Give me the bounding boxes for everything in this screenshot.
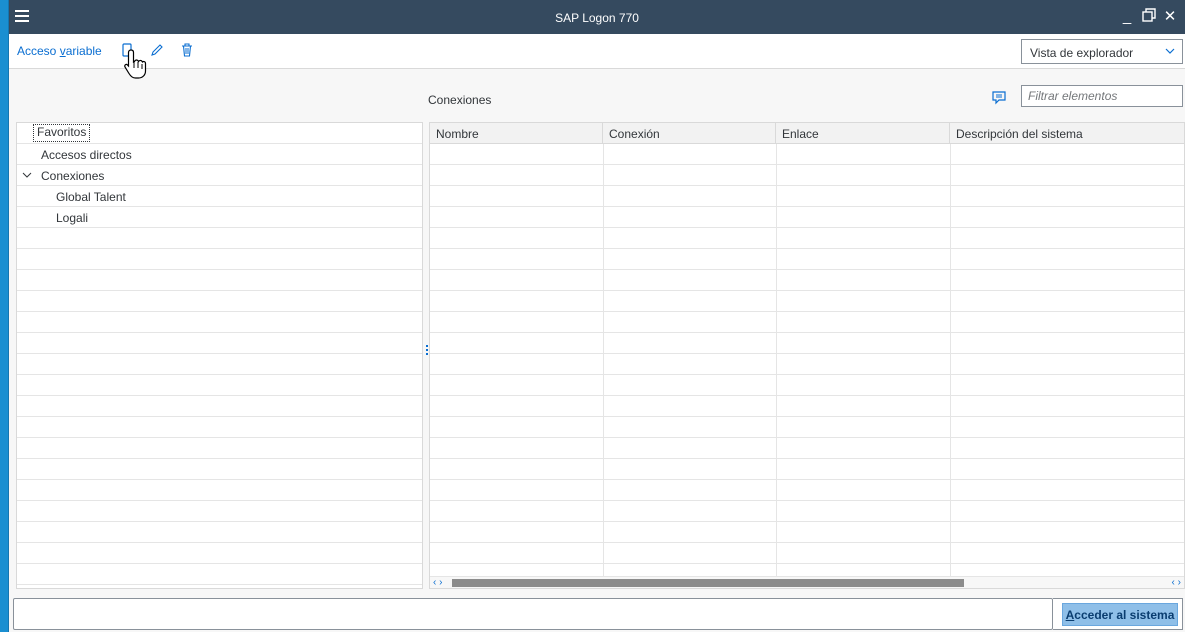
maximize-button[interactable] — [1140, 8, 1158, 26]
view-select[interactable]: Vista de explorador — [1021, 39, 1183, 64]
chevron-down-icon[interactable] — [22, 170, 32, 180]
tree-item-label: Accesos directos — [41, 148, 132, 162]
chevron-down-icon — [1165, 48, 1175, 54]
tree-item-label: Favoritos — [33, 124, 91, 142]
tree-empty-row — [17, 354, 422, 375]
table-row[interactable] — [430, 354, 1184, 375]
tree-empty-row — [17, 375, 422, 396]
tree-empty-row — [17, 459, 422, 480]
table-row[interactable] — [430, 543, 1184, 564]
table-row[interactable] — [430, 501, 1184, 522]
tree-empty-row — [17, 543, 422, 564]
table-row[interactable] — [430, 207, 1184, 228]
tree-empty-row — [17, 417, 422, 438]
table-row[interactable] — [430, 228, 1184, 249]
acceder-al-sistema-button[interactable]: Acceder al sistema — [1062, 603, 1178, 626]
table-row[interactable] — [430, 522, 1184, 543]
scrollbar-thumb[interactable] — [452, 579, 964, 587]
table-row[interactable] — [430, 333, 1184, 354]
table-row[interactable] — [430, 459, 1184, 480]
tree-empty-row — [17, 522, 422, 543]
minimize-button[interactable]: _ — [1118, 8, 1136, 26]
column-header-conexion[interactable]: Conexión — [603, 123, 776, 144]
scroll-arrows-icon[interactable]: ‹ › — [433, 577, 442, 588]
table-row[interactable] — [430, 270, 1184, 291]
scroll-arrows-icon[interactable]: ‹ › — [1172, 577, 1181, 588]
sap-logon-window: SAP Logon 770 _ ✕ Acceso variable Vista … — [8, 0, 1185, 632]
tree-empty-row — [17, 396, 422, 417]
column-divider — [950, 144, 951, 577]
tree-empty-row — [17, 249, 422, 270]
column-header-enlace[interactable]: Enlace — [776, 123, 950, 144]
close-button[interactable]: ✕ — [1161, 8, 1179, 26]
table-row[interactable] — [430, 186, 1184, 207]
delete-trash-icon[interactable] — [179, 42, 195, 58]
tree-item-accesos-directos[interactable]: Accesos directos — [17, 144, 422, 165]
column-header-descripcion[interactable]: Descripción del sistema — [950, 123, 1185, 144]
tree-empty-row — [17, 564, 422, 585]
table-row[interactable] — [430, 165, 1184, 186]
horizontal-scrollbar[interactable]: ‹ › ‹ › — [430, 576, 1184, 588]
table-row[interactable] — [430, 396, 1184, 417]
table-row[interactable] — [430, 144, 1184, 165]
table-row[interactable] — [430, 249, 1184, 270]
tree-empty-row — [17, 228, 422, 249]
column-divider — [776, 144, 777, 577]
acceso-suffix: ariable — [65, 44, 102, 58]
window-title: SAP Logon 770 — [555, 11, 639, 25]
title-bar: SAP Logon 770 _ ✕ — [9, 0, 1185, 34]
header-strip: Conexiones — [9, 70, 1185, 120]
tree-item-logali[interactable]: Logali — [17, 207, 422, 228]
tree-empty-row — [17, 312, 422, 333]
table-row[interactable] — [430, 312, 1184, 333]
tree-item-conexiones[interactable]: Conexiones — [17, 165, 422, 186]
tree-pane: Favoritos Accesos directos Conexiones Gl… — [16, 122, 423, 589]
tree-empty-row — [17, 480, 422, 501]
tree-empty-row — [17, 291, 422, 312]
column-divider — [603, 144, 604, 577]
command-field[interactable] — [13, 598, 1053, 630]
table-row[interactable] — [430, 480, 1184, 501]
table-row[interactable] — [430, 291, 1184, 312]
toolbar: Acceso variable Vista de explorador — [9, 34, 1185, 69]
new-item-icon[interactable] — [119, 42, 135, 58]
tree-item-label: Global Talent — [56, 190, 126, 204]
table-row[interactable] — [430, 438, 1184, 459]
table-row[interactable] — [430, 417, 1184, 438]
connections-table: Nombre Conexión Enlace Descripción del s… — [429, 122, 1185, 589]
tree-item-favoritos[interactable]: Favoritos — [17, 123, 422, 144]
column-header-nombre[interactable]: Nombre — [430, 123, 603, 144]
tree-empty-row — [17, 438, 422, 459]
tree-item-label: Conexiones — [41, 169, 105, 183]
restore-icon — [1142, 8, 1156, 22]
tree-item-global-talent[interactable]: Global Talent — [17, 186, 422, 207]
tree-empty-row — [17, 270, 422, 291]
table-row[interactable] — [430, 375, 1184, 396]
message-icon[interactable] — [991, 89, 1007, 105]
acceso-variable-button[interactable]: Acceso variable — [17, 44, 102, 58]
view-select-value: Vista de explorador — [1030, 46, 1134, 60]
filter-input[interactable] — [1021, 85, 1183, 107]
acceder-rest: cceder al sistema — [1074, 608, 1175, 622]
section-title: Conexiones — [428, 93, 492, 107]
tree-empty-row — [17, 501, 422, 522]
table-header: Nombre Conexión Enlace Descripción del s… — [430, 123, 1184, 144]
tree-empty-row — [17, 333, 422, 354]
tree-item-label: Logali — [56, 211, 89, 225]
acceso-prefix: Acceso — [17, 44, 60, 58]
acceder-mnemonic: A — [1065, 608, 1075, 622]
edit-pencil-icon[interactable] — [149, 42, 165, 58]
